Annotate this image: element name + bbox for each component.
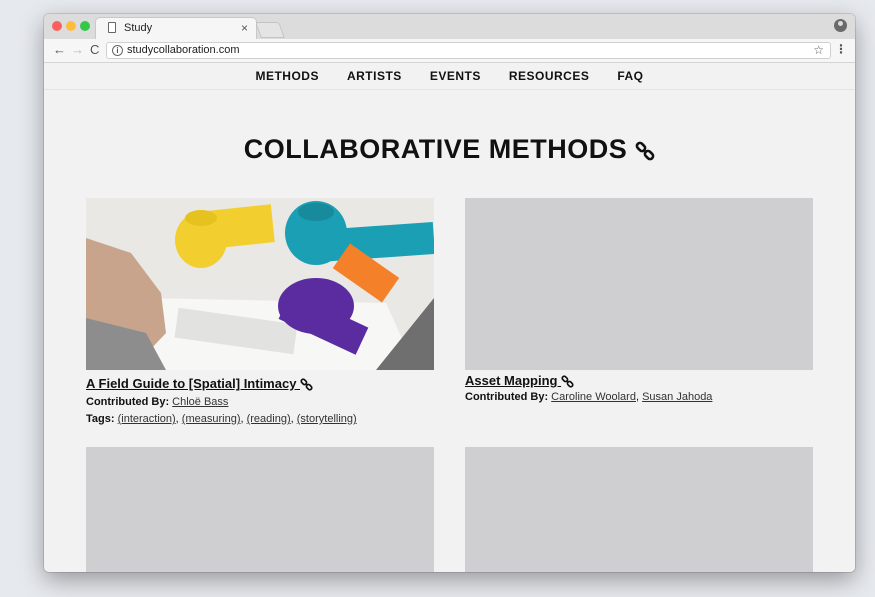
- tag-link[interactable]: (reading): [247, 413, 291, 425]
- browser-menu-icon[interactable]: ⋮: [835, 42, 847, 56]
- page-title: COLLABORATIVE METHODS: [44, 134, 855, 165]
- forward-button[interactable]: →: [71, 42, 84, 58]
- card-title-asset-mapping[interactable]: Asset Mapping: [465, 373, 574, 388]
- minimize-window-button[interactable]: [66, 21, 76, 31]
- url-text[interactable]: studycollaboration.com: [127, 44, 240, 56]
- contributors-asset-mapping: Contributed By: Caroline Woolard, Susan …: [465, 391, 712, 403]
- tags-label: Tags:: [86, 413, 115, 425]
- nav-resources[interactable]: RESOURCES: [509, 69, 590, 83]
- tab-title: Study: [124, 22, 153, 34]
- site-nav: METHODS ARTISTS EVENTS RESOURCES FAQ: [44, 63, 855, 90]
- card-image-placeholder[interactable]: [86, 447, 434, 572]
- nav-artists[interactable]: ARTISTS: [347, 69, 402, 83]
- contributor-link[interactable]: Susan Jahoda: [642, 391, 712, 403]
- link-icon[interactable]: [561, 375, 574, 388]
- page-viewport: METHODS ARTISTS EVENTS RESOURCES FAQ COL…: [44, 63, 855, 572]
- card-title-text: Asset Mapping: [465, 373, 558, 388]
- contributor-link[interactable]: Chloë Bass: [172, 396, 228, 408]
- profile-icon[interactable]: [834, 19, 847, 32]
- contributed-label: Contributed By:: [86, 396, 170, 408]
- contributors-field-guide: Contributed By: Chloë Bass: [86, 396, 228, 408]
- card-image-placeholder[interactable]: [465, 447, 813, 572]
- browser-toolbar: ← → C i studycollaboration.com ☆ ⋮: [44, 39, 855, 63]
- close-window-button[interactable]: [52, 21, 62, 31]
- tab-close-button[interactable]: ×: [241, 21, 248, 35]
- nav-faq[interactable]: FAQ: [617, 69, 643, 83]
- maximize-window-button[interactable]: [80, 21, 90, 31]
- reload-button[interactable]: C: [90, 42, 99, 58]
- bookmark-star-icon[interactable]: ☆: [813, 43, 824, 57]
- contributed-label: Contributed By:: [465, 391, 549, 403]
- tab-strip: Study ×: [44, 14, 855, 39]
- contributor-link[interactable]: Caroline Woolard: [551, 391, 636, 403]
- browser-window: Study × ← → C i studycollaboration.com ☆…: [44, 14, 855, 572]
- back-button[interactable]: ←: [53, 42, 66, 58]
- tag-link[interactable]: (interaction): [118, 413, 176, 425]
- tags-field-guide: Tags: (interaction), (measuring), (readi…: [86, 413, 357, 425]
- link-icon[interactable]: [635, 141, 655, 161]
- card-title-text: A Field Guide to [Spatial] Intimacy: [86, 376, 297, 391]
- ribbons-photo: [86, 198, 434, 370]
- card-image-field-guide[interactable]: [86, 198, 434, 370]
- card-image-asset-mapping[interactable]: [465, 198, 813, 370]
- nav-events[interactable]: EVENTS: [430, 69, 481, 83]
- link-icon[interactable]: [300, 378, 313, 391]
- nav-methods[interactable]: METHODS: [255, 69, 319, 83]
- tag-link[interactable]: (measuring): [182, 413, 241, 425]
- tag-link[interactable]: (storytelling): [297, 413, 357, 425]
- page-title-text: COLLABORATIVE METHODS: [243, 134, 628, 164]
- info-icon[interactable]: i: [112, 45, 123, 56]
- address-bar[interactable]: i studycollaboration.com ☆: [106, 42, 831, 59]
- page-icon: [108, 22, 116, 33]
- card-title-field-guide[interactable]: A Field Guide to [Spatial] Intimacy: [86, 376, 313, 391]
- browser-tab[interactable]: Study ×: [96, 18, 256, 39]
- new-tab-button[interactable]: [255, 22, 285, 38]
